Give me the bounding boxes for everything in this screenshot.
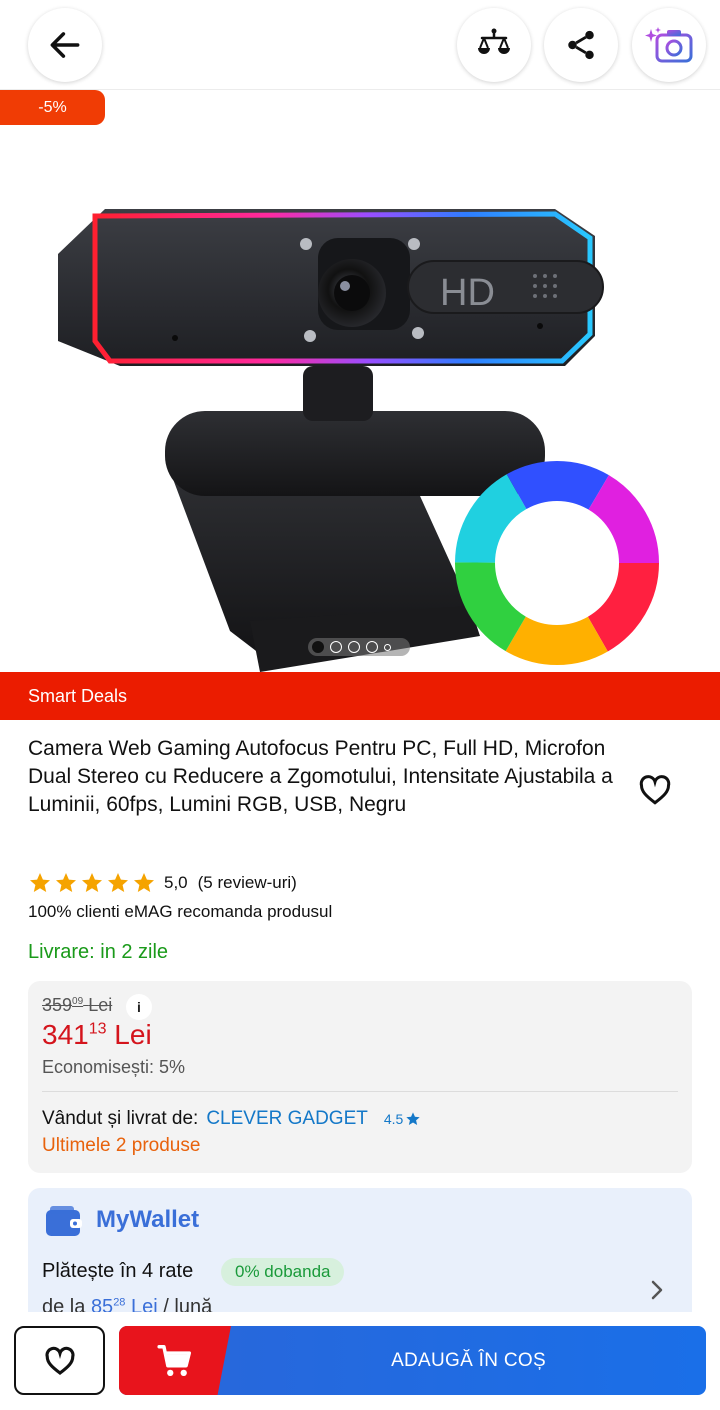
rating-value: 5,0: [164, 873, 188, 892]
product-title: Camera Web Gaming Autofocus Pentru PC, F…: [28, 737, 613, 816]
product-gallery[interactable]: HD: [0, 126, 720, 672]
interest-badge: 0% dobanda: [221, 1258, 345, 1286]
smart-deals-banner: Smart Deals: [0, 672, 720, 720]
recommend-text: 100% clienti eMAG recomanda produsul: [28, 902, 333, 921]
gallery-pager[interactable]: [308, 638, 410, 656]
current-price-int: 341: [42, 1019, 89, 1050]
seller-rating: 4.5: [384, 1111, 421, 1127]
pager-dot[interactable]: [348, 641, 360, 653]
current-price-dec: 13: [88, 1020, 107, 1038]
price-card: 35909 Lei i 34113 Lei Economisești: 5% V…: [28, 981, 692, 1173]
camera-search-button[interactable]: [632, 8, 706, 82]
back-button[interactable]: [28, 8, 102, 82]
cart-icon: [157, 1344, 191, 1376]
star-icon: [82, 873, 102, 892]
top-bar: [0, 0, 720, 90]
pager-dot[interactable]: [312, 641, 324, 653]
star-icon: [108, 873, 128, 892]
heart-icon: [44, 1346, 75, 1375]
installments-text: Plătește în 4 rate: [42, 1260, 194, 1282]
old-price: 35909 Lei: [42, 995, 112, 1016]
compare-button[interactable]: [457, 8, 531, 82]
product-image: HD: [58, 209, 659, 672]
chevron-right-icon[interactable]: [648, 1278, 666, 1302]
divider: [42, 1091, 678, 1092]
old-price-int: 359: [42, 995, 73, 1015]
review-count-link[interactable]: (5 review-uri): [198, 873, 297, 893]
savings-text: Economisești: 5%: [42, 1057, 186, 1077]
rating-row[interactable]: 5,0 (5 review-uri): [28, 870, 297, 896]
wallet-title: MyWallet: [96, 1206, 200, 1233]
share-button[interactable]: [544, 8, 618, 82]
smart-deals-label: Smart Deals: [28, 685, 128, 706]
seller-rating-value: 4.5: [383, 1111, 404, 1127]
wallet-icon: [46, 1206, 82, 1236]
arrow-left-icon: [50, 32, 80, 58]
seller-link[interactable]: CLEVER GADGET: [206, 1108, 368, 1130]
seller-label: Vândut și livrat de:: [42, 1108, 199, 1129]
current-price: 34113 Lei: [42, 1019, 152, 1051]
camera-search-icon: [645, 27, 693, 63]
current-price-currency: Lei: [114, 1019, 152, 1050]
mywallet-card[interactable]: MyWallet Plătește în 4 rate 0% dobanda d…: [28, 1188, 692, 1328]
share-icon: [568, 30, 594, 60]
star-icon: [406, 1112, 420, 1125]
delivery-info: Livrare: in 2 zile: [28, 941, 169, 963]
heart-icon: [639, 775, 671, 805]
star-icon: [134, 873, 154, 892]
discount-badge: -5%: [0, 90, 105, 125]
add-to-favorites-button[interactable]: [14, 1326, 105, 1395]
star-icon: [30, 873, 50, 892]
pager-dot[interactable]: [384, 643, 391, 651]
cart-icon-area: [119, 1326, 231, 1395]
old-price-dec: 09: [72, 996, 84, 1007]
price-info-button[interactable]: i: [126, 994, 152, 1020]
pager-dot[interactable]: [366, 641, 378, 653]
bottom-action-bar: ADAUGĂ ÎN COȘ: [0, 1312, 720, 1410]
add-to-cart-button[interactable]: ADAUGĂ ÎN COȘ: [119, 1326, 706, 1395]
add-to-cart-label: ADAUGĂ ÎN COȘ: [391, 1349, 546, 1371]
installment-dec: 28: [113, 1296, 126, 1309]
seller-row: Vândut și livrat de: CLEVER GADGET 4.5: [42, 1108, 421, 1130]
star-icon: [56, 873, 76, 892]
rating-stars: [28, 871, 156, 895]
favorite-button[interactable]: [637, 772, 673, 813]
old-price-currency: Lei: [88, 995, 113, 1015]
stock-status: Ultimele 2 produse: [42, 1135, 201, 1156]
pager-dot[interactable]: [330, 641, 342, 653]
hd-label: HD: [440, 272, 495, 314]
scale-compare-icon: [478, 28, 510, 54]
